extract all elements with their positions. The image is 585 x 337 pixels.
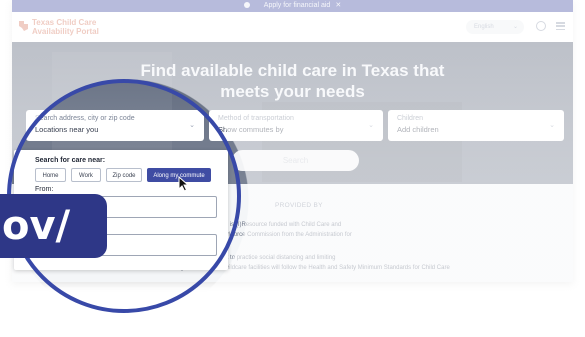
language-select[interactable]: English ⌄ xyxy=(466,20,524,34)
option-work[interactable]: Work xyxy=(71,168,101,182)
chevron-down-icon: ⌄ xyxy=(549,122,555,129)
globe-icon[interactable] xyxy=(536,21,546,31)
texas-star-icon xyxy=(19,21,28,31)
headline-line-1: Find available child care in Texas that xyxy=(140,61,445,80)
option-zip-code[interactable]: Zip code xyxy=(106,168,142,182)
headline-line-2: meets your needs xyxy=(220,82,365,101)
info-icon xyxy=(243,2,250,9)
care-near-title: Search for care near: xyxy=(35,157,106,164)
children-value: Add children xyxy=(397,125,439,134)
close-icon[interactable]: ✕ xyxy=(335,2,341,9)
from-label: From: xyxy=(35,186,54,193)
provided-by-heading: PROVIDED BY xyxy=(275,202,323,209)
language-value: English xyxy=(474,24,494,30)
hero-headline: Find available child care in Texas that … xyxy=(12,60,573,102)
children-select[interactable]: Children Add children ⌄ xyxy=(388,110,564,141)
financial-aid-banner[interactable]: Apply for financial aid ✕ xyxy=(12,0,573,12)
logo-line-1: Texas Child Care xyxy=(32,18,97,27)
chevron-down-icon: ⌄ xyxy=(189,122,195,129)
location-label: Search address, city or zip code xyxy=(35,115,135,122)
transport-value: Show commutes by xyxy=(218,125,284,134)
mouse-pointer-icon xyxy=(178,176,190,192)
logo-line-2: Availability Portal xyxy=(32,27,99,36)
location-select[interactable]: Search address, city or zip code Locatio… xyxy=(26,110,204,141)
search-button[interactable]: Search xyxy=(232,150,359,171)
portal-logo[interactable]: Texas Child Care Availability Portal xyxy=(18,17,108,37)
chevron-down-icon: ⌄ xyxy=(368,122,374,129)
children-label: Children xyxy=(397,115,424,122)
chevron-down-icon: ⌄ xyxy=(512,24,518,30)
transport-label: Method of transportation xyxy=(218,115,294,122)
url-fragment-badge: ov/ xyxy=(0,194,107,258)
site-header: Texas Child Care Availability Portal Eng… xyxy=(12,12,573,43)
transport-select[interactable]: Method of transportation Show commutes b… xyxy=(209,110,383,141)
banner-text[interactable]: Apply for financial aid xyxy=(264,2,331,9)
location-value: Locations near you xyxy=(35,125,99,134)
option-home[interactable]: Home xyxy=(35,168,66,182)
hamburger-icon[interactable] xyxy=(556,22,565,31)
